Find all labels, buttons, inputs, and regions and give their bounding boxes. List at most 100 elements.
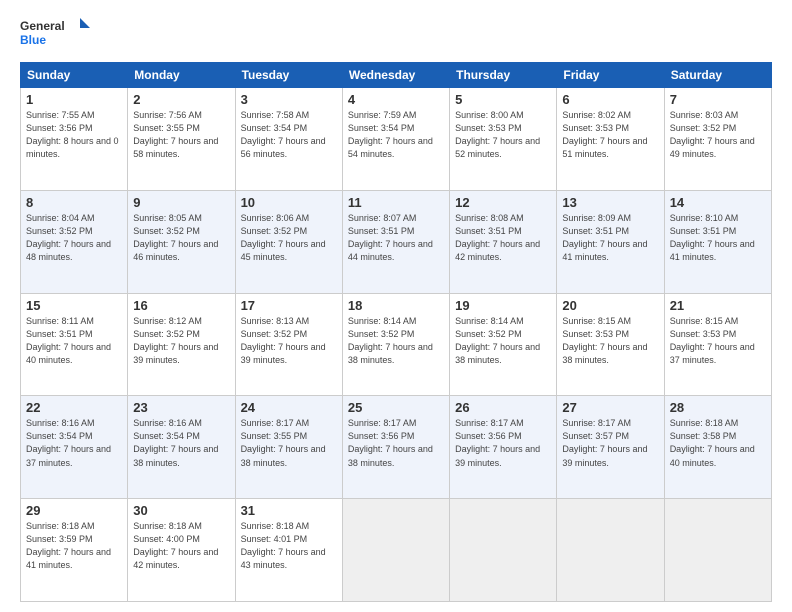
calendar-week-5: 29 Sunrise: 8:18 AMSunset: 3:59 PMDayligh…	[21, 499, 772, 602]
table-row	[557, 499, 664, 602]
day-number: 9	[133, 195, 229, 210]
day-info: Sunrise: 8:18 AMSunset: 4:01 PMDaylight:…	[241, 520, 337, 572]
table-row: 8 Sunrise: 8:04 AMSunset: 3:52 PMDaylight…	[21, 190, 128, 293]
header-wednesday: Wednesday	[342, 63, 449, 88]
table-row: 12Sunrise: 8:08 AMSunset: 3:51 PMDayligh…	[450, 190, 557, 293]
day-info: Sunrise: 8:15 AMSunset: 3:53 PMDaylight:…	[562, 315, 658, 367]
day-info: Sunrise: 8:16 AMSunset: 3:54 PMDaylight:…	[133, 417, 229, 469]
day-number: 31	[241, 503, 337, 518]
day-number: 21	[670, 298, 766, 313]
table-row: 14 Sunrise: 8:10 AMSunset: 3:51 PMDayligh…	[664, 190, 771, 293]
table-row: 27 Sunrise: 8:17 AMSunset: 3:57 PMDayligh…	[557, 396, 664, 499]
table-row: 11Sunrise: 8:07 AMSunset: 3:51 PMDayligh…	[342, 190, 449, 293]
table-row: 25Sunrise: 8:17 AMSunset: 3:56 PMDayligh…	[342, 396, 449, 499]
table-row: 23 Sunrise: 8:16 AMSunset: 3:54 PMDayligh…	[128, 396, 235, 499]
table-row: 10 Sunrise: 8:06 AMSunset: 3:52 PMDayligh…	[235, 190, 342, 293]
table-row	[450, 499, 557, 602]
day-info: Sunrise: 8:05 AMSunset: 3:52 PMDaylight:…	[133, 212, 229, 264]
calendar-week-2: 8 Sunrise: 8:04 AMSunset: 3:52 PMDaylight…	[21, 190, 772, 293]
day-info: Sunrise: 8:14 AMSunset: 3:52 PMDaylight:…	[348, 315, 444, 367]
day-info: Sunrise: 8:18 AMSunset: 3:59 PMDaylight:…	[26, 520, 122, 572]
day-number: 30	[133, 503, 229, 518]
header-tuesday: Tuesday	[235, 63, 342, 88]
table-row: 4 Sunrise: 7:59 AMSunset: 3:54 PMDaylight…	[342, 88, 449, 191]
day-number: 16	[133, 298, 229, 313]
day-info: Sunrise: 8:02 AMSunset: 3:53 PMDaylight:…	[562, 109, 658, 161]
day-info: Sunrise: 8:13 AMSunset: 3:52 PMDaylight:…	[241, 315, 337, 367]
day-info: Sunrise: 8:17 AMSunset: 3:55 PMDaylight:…	[241, 417, 337, 469]
svg-text:Blue: Blue	[20, 33, 46, 47]
table-row: 30Sunrise: 8:18 AMSunset: 4:00 PMDayligh…	[128, 499, 235, 602]
table-row	[342, 499, 449, 602]
header-monday: Monday	[128, 63, 235, 88]
table-row: 22 Sunrise: 8:16 AMSunset: 3:54 PMDayligh…	[21, 396, 128, 499]
calendar-week-3: 15Sunrise: 8:11 AMSunset: 3:51 PMDayligh…	[21, 293, 772, 396]
day-number: 1	[26, 92, 122, 107]
header: General Blue	[20, 16, 772, 52]
table-row: 21 Sunrise: 8:15 AMSunset: 3:53 PMDayligh…	[664, 293, 771, 396]
day-number: 8	[26, 195, 122, 210]
day-info: Sunrise: 8:00 AMSunset: 3:53 PMDaylight:…	[455, 109, 551, 161]
day-info: Sunrise: 8:17 AMSunset: 3:57 PMDaylight:…	[562, 417, 658, 469]
table-row: 19Sunrise: 8:14 AMSunset: 3:52 PMDayligh…	[450, 293, 557, 396]
day-number: 5	[455, 92, 551, 107]
day-info: Sunrise: 7:56 AMSunset: 3:55 PMDaylight:…	[133, 109, 229, 161]
logo-svg: General Blue	[20, 16, 90, 52]
table-row: 31 Sunrise: 8:18 AMSunset: 4:01 PMDayligh…	[235, 499, 342, 602]
calendar-table: Sunday Monday Tuesday Wednesday Thursday…	[20, 62, 772, 602]
weekday-header-row: Sunday Monday Tuesday Wednesday Thursday…	[21, 63, 772, 88]
table-row: 18 Sunrise: 8:14 AMSunset: 3:52 PMDayligh…	[342, 293, 449, 396]
day-info: Sunrise: 7:58 AMSunset: 3:54 PMDaylight:…	[241, 109, 337, 161]
day-info: Sunrise: 8:17 AMSunset: 3:56 PMDaylight:…	[455, 417, 551, 469]
day-number: 2	[133, 92, 229, 107]
table-row: 9 Sunrise: 8:05 AMSunset: 3:52 PMDaylight…	[128, 190, 235, 293]
day-number: 14	[670, 195, 766, 210]
day-info: Sunrise: 8:12 AMSunset: 3:52 PMDaylight:…	[133, 315, 229, 367]
day-number: 3	[241, 92, 337, 107]
table-row: 15Sunrise: 8:11 AMSunset: 3:51 PMDayligh…	[21, 293, 128, 396]
table-row: 3 Sunrise: 7:58 AMSunset: 3:54 PMDaylight…	[235, 88, 342, 191]
day-number: 22	[26, 400, 122, 415]
table-row: 2 Sunrise: 7:56 AMSunset: 3:55 PMDaylight…	[128, 88, 235, 191]
day-number: 28	[670, 400, 766, 415]
day-info: Sunrise: 8:03 AMSunset: 3:52 PMDaylight:…	[670, 109, 766, 161]
day-number: 19	[455, 298, 551, 313]
day-number: 29	[26, 503, 122, 518]
day-info: Sunrise: 7:55 AMSunset: 3:56 PMDaylight:…	[26, 109, 122, 161]
day-number: 7	[670, 92, 766, 107]
day-info: Sunrise: 7:59 AMSunset: 3:54 PMDaylight:…	[348, 109, 444, 161]
header-thursday: Thursday	[450, 63, 557, 88]
day-info: Sunrise: 8:10 AMSunset: 3:51 PMDaylight:…	[670, 212, 766, 264]
table-row: 16 Sunrise: 8:12 AMSunset: 3:52 PMDayligh…	[128, 293, 235, 396]
page: General Blue Sunday Monday Tuesday Wedne…	[0, 0, 792, 612]
table-row: 5 Sunrise: 8:00 AMSunset: 3:53 PMDaylight…	[450, 88, 557, 191]
day-number: 13	[562, 195, 658, 210]
day-info: Sunrise: 8:09 AMSunset: 3:51 PMDaylight:…	[562, 212, 658, 264]
svg-text:General: General	[20, 19, 65, 33]
day-info: Sunrise: 8:18 AMSunset: 3:58 PMDaylight:…	[670, 417, 766, 469]
day-number: 24	[241, 400, 337, 415]
table-row: 29 Sunrise: 8:18 AMSunset: 3:59 PMDayligh…	[21, 499, 128, 602]
table-row: 20 Sunrise: 8:15 AMSunset: 3:53 PMDayligh…	[557, 293, 664, 396]
table-row: 17 Sunrise: 8:13 AMSunset: 3:52 PMDayligh…	[235, 293, 342, 396]
day-number: 10	[241, 195, 337, 210]
day-info: Sunrise: 8:15 AMSunset: 3:53 PMDaylight:…	[670, 315, 766, 367]
table-row: 1 Sunrise: 7:55 AMSunset: 3:56 PMDaylight…	[21, 88, 128, 191]
day-info: Sunrise: 8:16 AMSunset: 3:54 PMDaylight:…	[26, 417, 122, 469]
day-number: 27	[562, 400, 658, 415]
day-number: 18	[348, 298, 444, 313]
day-number: 17	[241, 298, 337, 313]
calendar-week-4: 22 Sunrise: 8:16 AMSunset: 3:54 PMDayligh…	[21, 396, 772, 499]
day-info: Sunrise: 8:08 AMSunset: 3:51 PMDaylight:…	[455, 212, 551, 264]
table-row: 26Sunrise: 8:17 AMSunset: 3:56 PMDayligh…	[450, 396, 557, 499]
header-sunday: Sunday	[21, 63, 128, 88]
logo: General Blue	[20, 16, 90, 52]
day-info: Sunrise: 8:04 AMSunset: 3:52 PMDaylight:…	[26, 212, 122, 264]
day-number: 4	[348, 92, 444, 107]
day-number: 20	[562, 298, 658, 313]
day-number: 23	[133, 400, 229, 415]
calendar-week-1: 1 Sunrise: 7:55 AMSunset: 3:56 PMDaylight…	[21, 88, 772, 191]
header-saturday: Saturday	[664, 63, 771, 88]
day-info: Sunrise: 8:17 AMSunset: 3:56 PMDaylight:…	[348, 417, 444, 469]
day-info: Sunrise: 8:06 AMSunset: 3:52 PMDaylight:…	[241, 212, 337, 264]
